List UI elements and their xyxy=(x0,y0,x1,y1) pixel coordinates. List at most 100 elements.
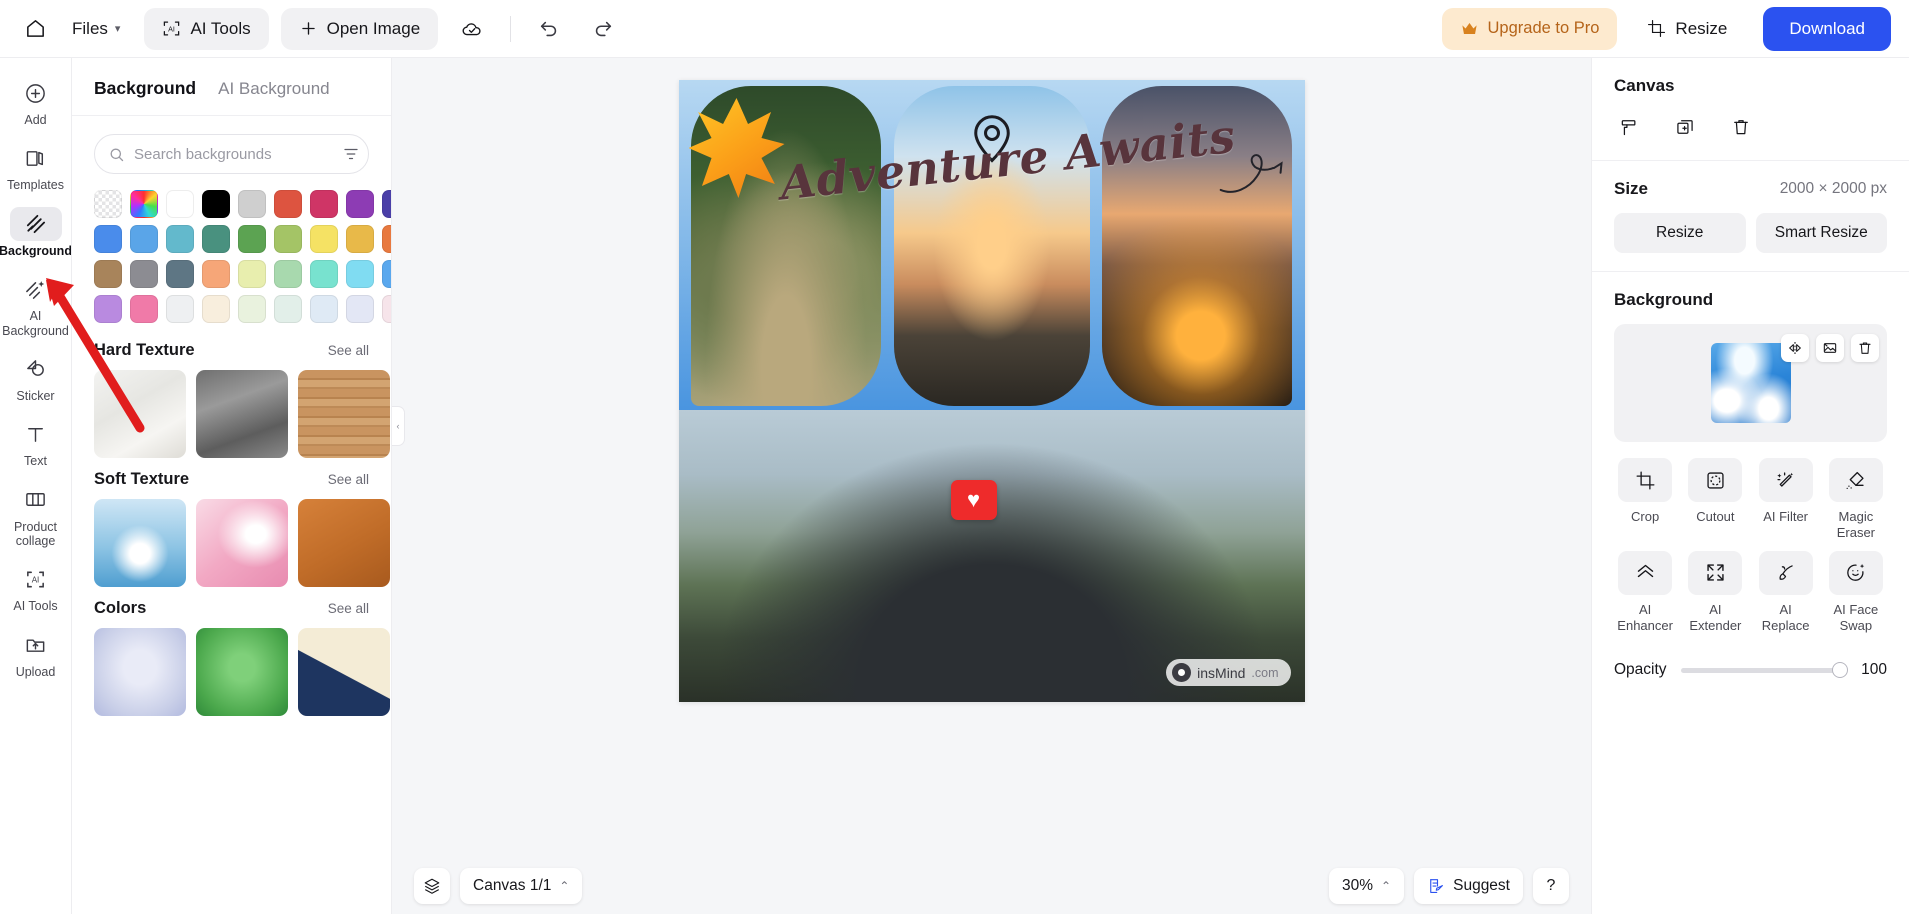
duplicate-button[interactable] xyxy=(1670,112,1700,142)
ai-tools-button[interactable]: AI AI Tools xyxy=(144,7,269,50)
flip-background-button[interactable] xyxy=(1781,334,1809,362)
swatch-color[interactable] xyxy=(166,260,194,288)
tool-magic-eraser[interactable]: Magic Eraser xyxy=(1825,458,1887,541)
swatch-color[interactable] xyxy=(94,260,122,288)
swatch-color[interactable] xyxy=(382,260,391,288)
swatch-color[interactable] xyxy=(346,225,374,253)
rail-item-text[interactable]: Text xyxy=(2,411,70,476)
help-button[interactable]: ? xyxy=(1533,868,1569,904)
texture-pink-silk[interactable] xyxy=(196,499,288,587)
rail-item-product-collage[interactable]: Product collage xyxy=(2,477,70,557)
undo-button[interactable] xyxy=(529,9,569,49)
tool-ai-filter[interactable]: AI Filter xyxy=(1755,458,1817,541)
swatch-color[interactable] xyxy=(130,260,158,288)
swatch-color[interactable] xyxy=(166,295,194,323)
paint-roller-button[interactable] xyxy=(1614,112,1644,142)
canvas-page-selector[interactable]: Canvas 1/1 ⌃ xyxy=(460,868,583,904)
texture-concrete-grey[interactable] xyxy=(196,370,288,458)
swatch-rainbow[interactable] xyxy=(130,190,158,218)
swatch-color[interactable] xyxy=(130,295,158,323)
texture-orange-leather[interactable] xyxy=(298,499,390,587)
tool-crop[interactable]: Crop xyxy=(1614,458,1676,541)
zoom-selector[interactable]: 30% ⌃ xyxy=(1329,868,1405,904)
swatch-color[interactable] xyxy=(202,225,230,253)
see-all-soft-texture[interactable]: See all xyxy=(328,472,369,487)
rail-item-ai-background[interactable]: AI Background xyxy=(2,266,70,346)
swatch-color[interactable] xyxy=(202,295,230,323)
tool-cutout[interactable]: Cutout xyxy=(1684,458,1746,541)
download-button[interactable]: Download xyxy=(1763,6,1891,51)
redo-button[interactable] xyxy=(583,9,623,49)
rail-item-ai-tools[interactable]: AI AI Tools xyxy=(2,556,70,621)
rail-item-add[interactable]: Add xyxy=(2,70,70,135)
search-backgrounds[interactable] xyxy=(94,134,369,174)
filter-icon[interactable] xyxy=(342,145,360,163)
resize-action-button[interactable]: Resize xyxy=(1614,213,1746,253)
swatch-color[interactable] xyxy=(238,260,266,288)
layers-button[interactable] xyxy=(414,868,450,904)
swatch-color[interactable] xyxy=(238,225,266,253)
swatch-color[interactable] xyxy=(310,190,338,218)
see-all-colors[interactable]: See all xyxy=(328,601,369,616)
swatch-color[interactable] xyxy=(346,260,374,288)
replace-background-button[interactable] xyxy=(1816,334,1844,362)
color-green-gradient[interactable] xyxy=(196,628,288,716)
opacity-slider[interactable] xyxy=(1680,662,1848,679)
suggest-button[interactable]: Suggest xyxy=(1414,868,1523,904)
background-thumbnail[interactable] xyxy=(1710,343,1791,423)
tab-ai-background[interactable]: AI Background xyxy=(218,79,330,99)
smart-resize-button[interactable]: Smart Resize xyxy=(1755,213,1887,253)
artboard[interactable]: Adventure Awaits ♥ insMind .com xyxy=(678,80,1305,702)
swatch-color[interactable] xyxy=(274,260,302,288)
swatch-color[interactable] xyxy=(94,225,122,253)
swatch-color[interactable] xyxy=(238,190,266,218)
delete-canvas-button[interactable] xyxy=(1726,112,1756,142)
swatch-color[interactable] xyxy=(382,295,391,323)
swatch-transparent[interactable] xyxy=(94,190,122,218)
files-menu[interactable]: Files ▾ xyxy=(60,11,132,47)
color-navy-cream-split[interactable] xyxy=(298,628,390,716)
see-all-hard-texture[interactable]: See all xyxy=(328,343,369,358)
texture-marble-white[interactable] xyxy=(94,370,186,458)
panel-collapse-handle[interactable]: ‹ xyxy=(392,406,405,446)
swatch-color[interactable] xyxy=(130,225,158,253)
swatch-color[interactable] xyxy=(202,190,230,218)
tab-background[interactable]: Background xyxy=(94,78,196,99)
opacity-slider-knob[interactable] xyxy=(1832,662,1848,679)
background-preview-card[interactable] xyxy=(1614,324,1887,442)
swatch-color[interactable] xyxy=(382,190,391,218)
tool-ai-face-swap[interactable]: AI Face Swap xyxy=(1825,550,1887,634)
search-input[interactable] xyxy=(134,145,333,163)
swatch-color[interactable] xyxy=(238,295,266,323)
rail-item-upload[interactable]: Upload xyxy=(2,622,70,687)
rail-item-background[interactable]: Background xyxy=(0,201,71,266)
swatch-color[interactable] xyxy=(382,225,391,253)
tool-ai-replace[interactable]: AI Replace xyxy=(1755,550,1817,634)
tool-ai-enhancer[interactable]: AI Enhancer xyxy=(1614,550,1676,634)
collage-photo-sunset-mountain[interactable] xyxy=(893,86,1090,406)
upgrade-to-pro-button[interactable]: Upgrade to Pro xyxy=(1441,7,1618,50)
swatch-color[interactable] xyxy=(166,225,194,253)
delete-background-button[interactable] xyxy=(1851,334,1879,362)
swatch-color[interactable] xyxy=(310,260,338,288)
home-button[interactable] xyxy=(14,8,56,50)
rail-item-templates[interactable]: Templates xyxy=(2,135,70,200)
swatch-color[interactable] xyxy=(346,190,374,218)
swatch-color[interactable] xyxy=(202,260,230,288)
swatch-color[interactable] xyxy=(274,190,302,218)
texture-wood-planks[interactable] xyxy=(298,370,390,458)
tool-ai-extender[interactable]: AI Extender xyxy=(1684,550,1746,634)
collage-photo-beach-bonfire[interactable] xyxy=(1101,86,1292,406)
swatch-color[interactable] xyxy=(310,295,338,323)
swatch-color[interactable] xyxy=(274,225,302,253)
swatch-color[interactable] xyxy=(310,225,338,253)
canvas-area[interactable]: ‹ Adventure Awaits ♥ insMind .com Canvas… xyxy=(392,58,1591,914)
texture-water-splash[interactable] xyxy=(94,499,186,587)
heart-badge-sticker[interactable]: ♥ xyxy=(950,480,997,520)
color-lavender-gradient[interactable] xyxy=(94,628,186,716)
curved-arrow-doodle[interactable] xyxy=(1215,138,1291,200)
open-image-button[interactable]: Open Image xyxy=(280,7,439,50)
rail-item-sticker[interactable]: Sticker xyxy=(2,346,70,411)
resize-button[interactable]: Resize xyxy=(1633,8,1741,50)
swatch-color[interactable] xyxy=(94,295,122,323)
